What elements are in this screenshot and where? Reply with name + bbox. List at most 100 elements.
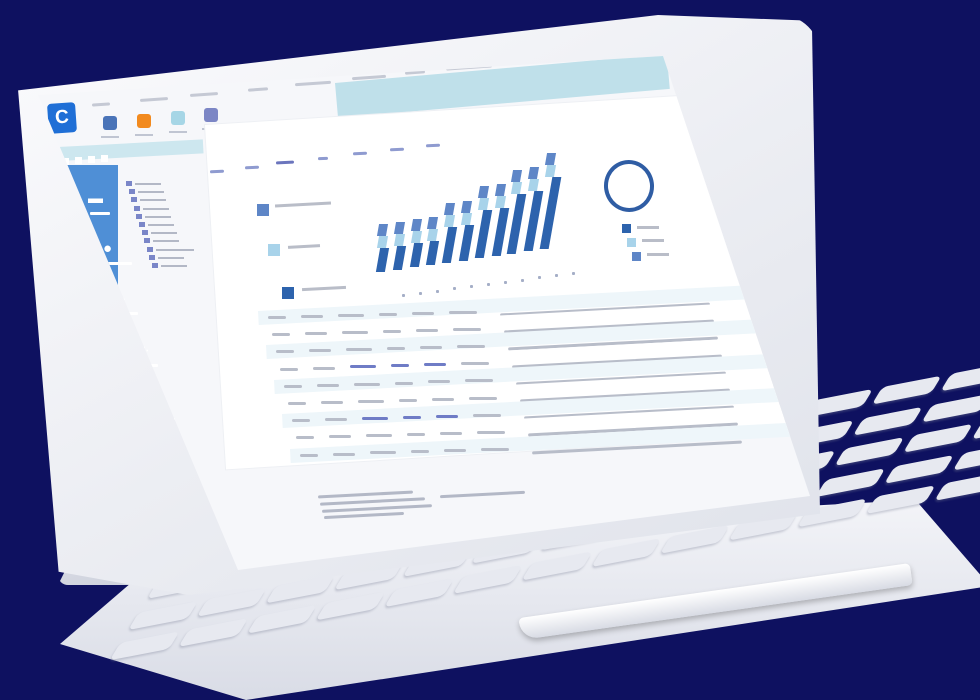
table-cell [477,430,505,434]
keyboard-key [971,410,980,440]
table-cell [276,350,294,354]
chart-bar[interactable] [410,219,422,232]
file-icon[interactable] [171,111,185,125]
x-tick [487,283,490,286]
tree-item-label[interactable] [137,191,164,194]
menu-item[interactable] [139,97,169,102]
tree-item-icon[interactable] [149,254,156,260]
view-toggle-icon[interactable] [101,155,108,162]
toolbar-label [101,136,119,138]
table-cell [280,367,298,371]
menu-item[interactable] [189,92,219,97]
donut-legend-swatch [622,224,631,233]
chart-bar[interactable] [393,221,405,234]
tree-item-icon[interactable] [152,263,158,268]
table-cell [288,402,306,405]
keyboard-key [884,454,955,484]
table-cell [379,312,397,316]
table-cell [387,347,405,351]
chart-bar[interactable] [410,231,422,244]
table-cell [366,434,392,438]
tree-item-label[interactable] [155,248,194,251]
tree-item-label[interactable] [150,232,177,235]
table-cell [300,453,318,457]
table-cell [268,316,286,319]
table-cell [403,415,421,419]
x-tick [521,278,524,282]
report-icon[interactable] [204,108,218,122]
tree-item-label[interactable] [135,183,161,185]
chart-bar[interactable] [393,233,405,246]
tab[interactable] [317,156,329,161]
tree-item-icon[interactable] [136,213,143,219]
keyboard-key [834,437,905,467]
keyboard-key [933,472,980,502]
tree-item-label[interactable] [145,215,172,218]
donut-legend-swatch [632,252,641,261]
table-cell [428,380,450,384]
view-toggle-icon[interactable] [88,156,95,163]
table-cell [346,348,372,352]
table-cell [292,419,310,423]
x-tick [572,272,575,275]
footer-text [317,490,414,499]
tree-item-icon[interactable] [141,230,148,236]
table-cell [370,451,396,455]
table-cell [329,435,351,439]
tree-item-icon[interactable] [133,205,140,211]
x-tick [504,280,507,284]
monitor-icon[interactable]: ▬ [88,190,103,207]
tree-item-icon[interactable] [139,222,145,227]
tree-item-label[interactable] [153,240,180,243]
tree-item-icon[interactable] [131,197,138,203]
tree-item-icon[interactable] [144,238,151,244]
tree-item-label[interactable] [148,224,174,226]
tree-item-label[interactable] [161,265,187,267]
table-cell [284,384,302,388]
table-cell [321,400,343,404]
legend-swatch [257,204,269,216]
menu-item[interactable] [294,80,332,87]
chart-bar[interactable] [494,183,506,196]
table-cell [416,328,438,332]
table-cell [465,379,493,383]
table-cell [383,329,401,333]
document-icon[interactable] [103,116,117,130]
table-cell [424,363,446,367]
table-cell [407,433,425,437]
table-cell [449,310,477,314]
table-cell [440,432,462,435]
tree-item-icon[interactable] [128,189,135,195]
keyboard-key [952,441,980,471]
table-cell [391,364,409,368]
table-cell [338,313,364,317]
donut-legend-label [647,253,669,256]
chart-bar[interactable] [494,195,506,208]
keyboard-key [921,393,980,423]
table-cell [473,413,501,417]
keyboard-key [815,467,886,497]
folder-icon[interactable] [137,114,151,128]
tree-item-icon[interactable] [126,181,132,186]
table-cell [313,366,335,370]
x-tick [470,285,473,289]
menu-item[interactable] [91,102,111,107]
table-cell [296,436,314,440]
tree-item-label[interactable] [158,256,185,259]
table-cell [350,365,376,369]
table-cell [453,327,481,331]
x-tick [402,294,405,297]
menu-item[interactable] [247,87,269,92]
view-toggle-icon[interactable] [75,157,82,164]
tree-item-label[interactable] [142,207,169,210]
tree-item-label[interactable] [140,199,167,202]
table-cell [432,397,454,401]
toolbar-label [135,134,153,136]
chart-bar[interactable] [477,198,489,211]
donut-legend-swatch [627,238,636,247]
tree-item-icon[interactable] [146,246,153,252]
chart-bar[interactable] [477,186,489,199]
table-cell [412,311,434,315]
table-cell [457,344,485,348]
donut-legend-label [642,239,664,242]
